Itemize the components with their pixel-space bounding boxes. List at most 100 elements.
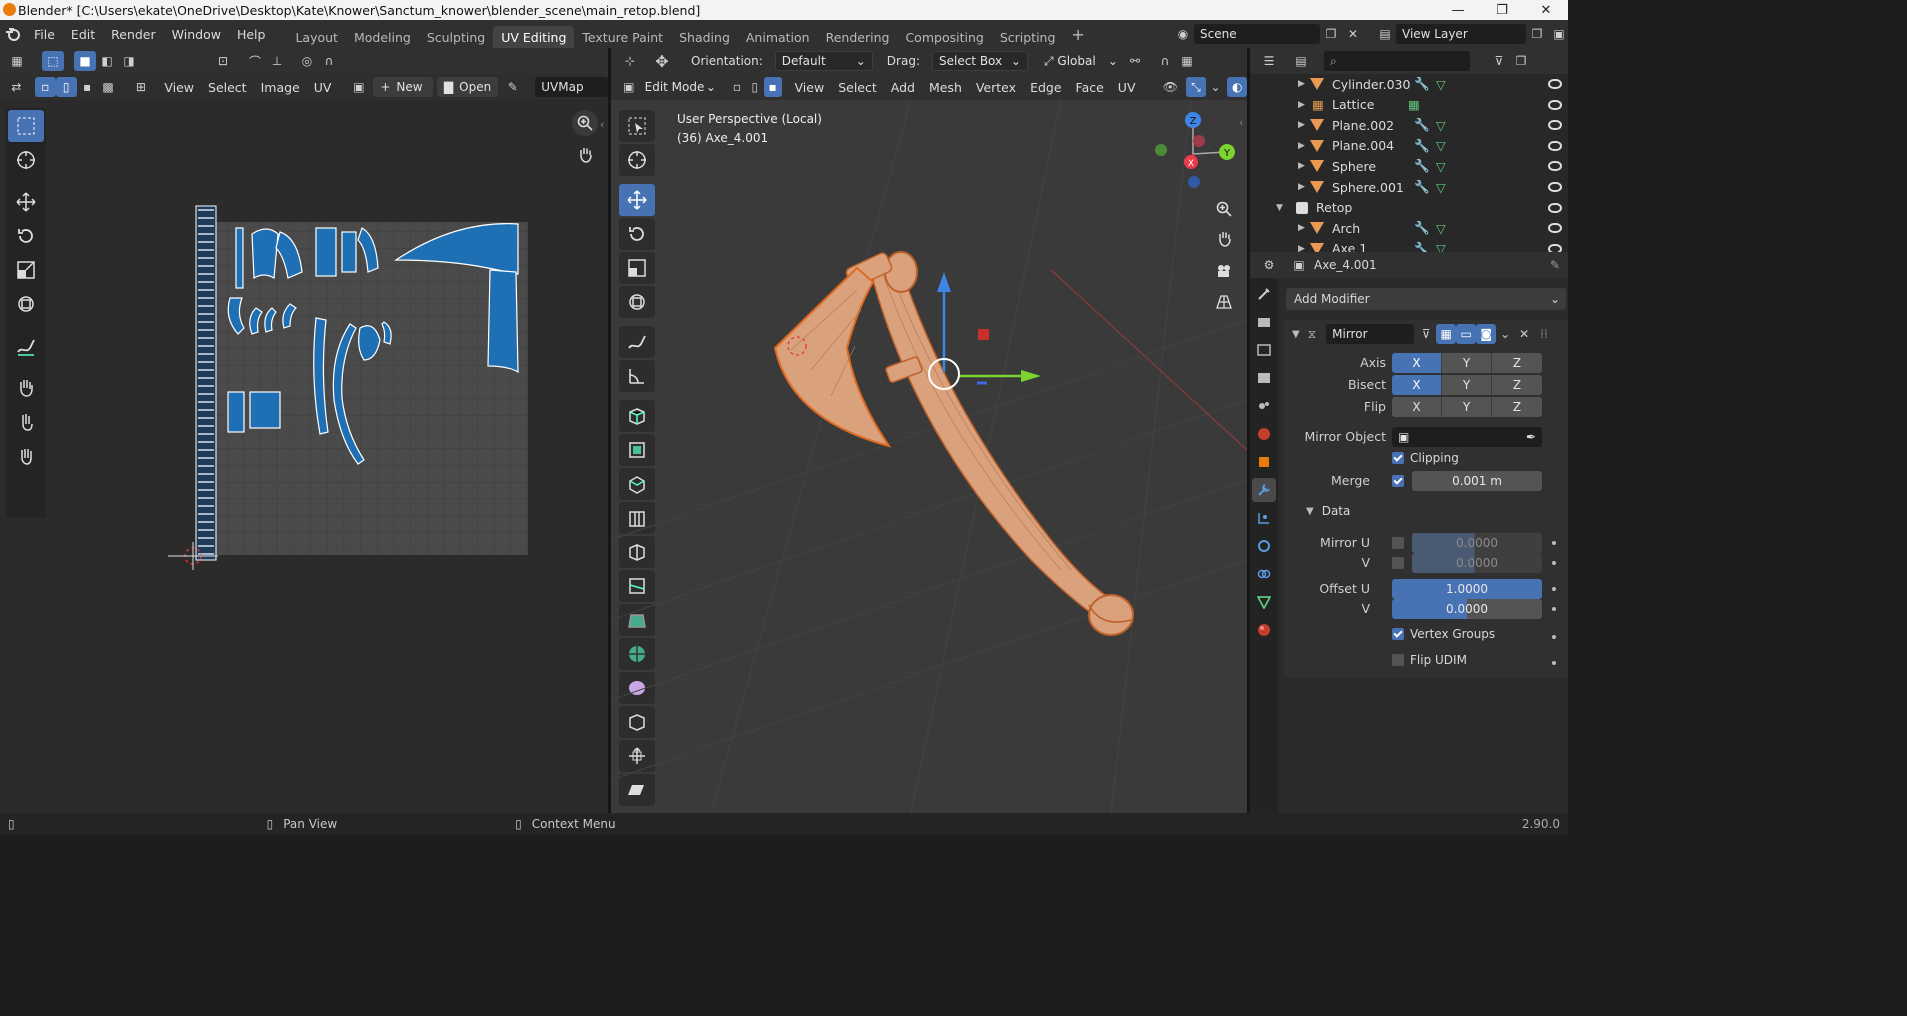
edit-cage-icon[interactable]: ⊽	[1416, 324, 1436, 344]
view-layer-icon[interactable]: ▤	[1374, 24, 1396, 44]
visibility-eye-icon[interactable]	[1548, 161, 1562, 172]
workspace-tab-scripting[interactable]: Scripting	[992, 26, 1064, 48]
maximize-button[interactable]: ❐	[1480, 0, 1524, 20]
collection-checkbox[interactable]	[1296, 201, 1308, 214]
pivot-point-icon[interactable]: ⊡	[212, 51, 234, 71]
workspace-tab-sculpting[interactable]: Sculpting	[419, 26, 493, 48]
uvmap-field[interactable]: UVMap	[535, 77, 609, 97]
expand-arrow-icon[interactable]: ▶	[1298, 141, 1305, 151]
workspace-tab-texture-paint[interactable]: Texture Paint	[574, 26, 671, 48]
workspace-tab-uv-editing[interactable]: UV Editing	[493, 26, 575, 48]
offset-v-field[interactable]: 0.0000	[1392, 599, 1542, 619]
expand-arrow-icon[interactable]: ▶	[1298, 223, 1305, 233]
offset-u-field[interactable]: 1.0000	[1392, 579, 1542, 599]
visibility-eye-icon[interactable]	[1548, 99, 1562, 110]
viewport-menu-vertex[interactable]: Vertex	[969, 80, 1023, 95]
visibility-eye-icon[interactable]	[1548, 243, 1562, 252]
axis-z-toggle[interactable]: Z	[1492, 353, 1542, 373]
view-layer-name-field[interactable]: View Layer	[1396, 24, 1526, 44]
vertex-groups-check[interactable]	[1392, 628, 1404, 640]
expand-arrow-icon[interactable]: ▼	[1276, 203, 1283, 213]
menu-help[interactable]: Help	[229, 27, 274, 42]
workspace-tab-modeling[interactable]: Modeling	[346, 26, 419, 48]
flip-udim-checkbox[interactable]: Flip UDIM	[1392, 653, 1467, 667]
constraints-tab-icon[interactable]	[1252, 562, 1276, 586]
mode-dropdown[interactable]: Edit Mode ⌄	[639, 77, 722, 97]
axe-mesh[interactable]	[773, 251, 1134, 636]
collapse-sidebar-arrow[interactable]: ‹	[600, 118, 604, 131]
tool-transform[interactable]	[8, 288, 44, 320]
outliner-search[interactable]: ⌕	[1324, 51, 1470, 71]
tool-pinch[interactable]	[8, 440, 44, 472]
mirror-u-keyframe-dot[interactable]	[1552, 541, 1556, 545]
select-mode-extend-icon[interactable]: ◧	[96, 51, 118, 71]
outliner-item[interactable]: ▶ ▦ Lattice ▦	[1250, 95, 1568, 115]
select-tool-icon[interactable]: ⬚	[42, 51, 64, 71]
outliner-item[interactable]: ▶ Cylinder.030 🔧 ▽	[1250, 74, 1568, 94]
visibility-eye-icon[interactable]	[1548, 202, 1562, 213]
vertex-groups-keyframe-dot[interactable]	[1552, 635, 1556, 639]
outliner-item[interactable]: ▶ Plane.004 🔧 ▽	[1250, 136, 1568, 156]
vertex-groups-checkbox[interactable]: Vertex Groups	[1392, 627, 1495, 641]
expand-arrow-icon[interactable]: ▶	[1298, 182, 1305, 192]
add-workspace-button[interactable]: +	[1063, 23, 1092, 45]
bisect-y-toggle[interactable]: Y	[1442, 375, 1492, 395]
select-mode-new-icon[interactable]: ■	[74, 51, 96, 71]
editor-type-icon[interactable]: ▦	[6, 51, 28, 71]
visibility-eye-icon[interactable]	[1548, 223, 1562, 234]
face-select-mode-icon[interactable]: ▪	[763, 77, 782, 97]
material-tab-icon[interactable]	[1252, 618, 1276, 642]
image-browse-icon[interactable]: ▣	[348, 77, 369, 97]
uv-edge-mode-icon[interactable]: ▯	[55, 77, 77, 97]
transform-orientation-dropdown[interactable]: ⤢ Global ⌄	[1038, 51, 1124, 71]
output-tab-icon[interactable]	[1252, 338, 1276, 362]
uv-menu-uv[interactable]: UV	[307, 80, 339, 95]
viewport-canvas[interactable]	[611, 100, 1247, 813]
realtime-toggle-icon[interactable]: ▭	[1456, 324, 1477, 344]
clipping-checkbox[interactable]: Clipping	[1392, 451, 1459, 465]
vp-sidebar-arrow[interactable]: ‹	[1239, 116, 1243, 129]
vp-pan-icon[interactable]	[1211, 226, 1237, 252]
clipping-check[interactable]	[1392, 452, 1404, 464]
add-modifier-dropdown[interactable]: Add Modifier ⌄	[1286, 288, 1566, 310]
mirror-v-field[interactable]: 0.0000	[1412, 553, 1542, 573]
tool-tab-icon[interactable]	[1252, 282, 1276, 306]
uv-menu-select[interactable]: Select	[201, 80, 254, 95]
workspace-tab-rendering[interactable]: Rendering	[818, 26, 898, 48]
select-mode-subtract-icon[interactable]: ◨	[118, 51, 140, 71]
outliner-item[interactable]: ▼ Retop	[1250, 198, 1568, 218]
outliner-item[interactable]: ▶ Axe 1 🔧 ▽	[1250, 239, 1568, 252]
close-window-button[interactable]: ✕	[1524, 0, 1568, 20]
uv-vertex-mode-icon[interactable]: ▫	[34, 77, 56, 97]
expand-arrow-icon[interactable]: ▶	[1298, 79, 1305, 89]
uv-sync-selection-icon[interactable]: ⇄	[6, 77, 27, 97]
visibility-icon[interactable]: 👁	[1161, 77, 1181, 97]
new-image-button[interactable]: + New	[373, 77, 433, 97]
tool-relax[interactable]	[8, 406, 44, 438]
uv-face-mode-icon[interactable]: ▪	[77, 77, 98, 97]
object-tab-icon[interactable]	[1252, 450, 1276, 474]
viewport-menu-mesh[interactable]: Mesh	[922, 80, 969, 95]
uv-canvas[interactable]	[160, 198, 540, 588]
viewport-editor-type-icon[interactable]: ⊹	[619, 51, 641, 71]
minimize-button[interactable]: —	[1436, 0, 1480, 20]
snap-target-icon[interactable]: ⊥	[266, 51, 288, 71]
data-tab-icon[interactable]	[1252, 590, 1276, 614]
visibility-eye-icon[interactable]	[1548, 182, 1562, 192]
workspace-tab-animation[interactable]: Animation	[738, 26, 818, 48]
remove-modifier-icon[interactable]: ✕	[1514, 324, 1534, 344]
tool-select-box[interactable]	[8, 110, 44, 142]
sticky-selection-icon[interactable]: ⊞	[130, 77, 151, 97]
outliner-item[interactable]: ▶ Sphere.001 🔧 ▽	[1250, 177, 1568, 197]
tool-annotate[interactable]	[8, 330, 44, 362]
properties-type-icon[interactable]: ⚙	[1258, 255, 1280, 275]
scene-icon[interactable]: ◉	[1172, 24, 1194, 44]
flip-x-toggle[interactable]: X	[1392, 397, 1442, 417]
drag-handle-icon[interactable]: ⁞⁞	[1540, 327, 1548, 341]
drag-dropdown[interactable]: Select Box ⌄	[931, 51, 1028, 71]
navigation-gizmo[interactable]: Z Y X	[1147, 108, 1239, 194]
flip-udim-keyframe-dot[interactable]	[1552, 661, 1556, 665]
offset-u-keyframe-dot[interactable]	[1552, 587, 1556, 591]
viewport-menu-view[interactable]: View	[788, 80, 832, 95]
scene-tab-icon[interactable]	[1252, 394, 1276, 418]
